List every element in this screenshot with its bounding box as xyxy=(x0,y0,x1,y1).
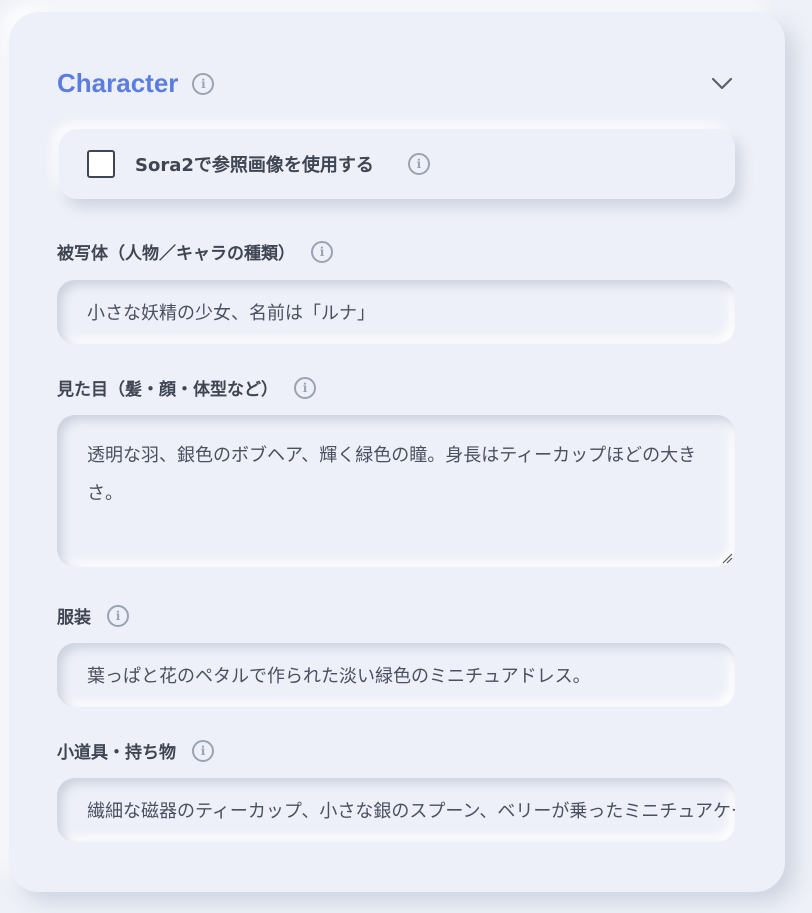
section-title: Character xyxy=(57,68,179,98)
props-input[interactable]: 繊細な磁器のティーカップ、小さな銀のスプーン、ベリーが乗ったミニチュアケーキ xyxy=(57,778,735,842)
reference-image-checkbox[interactable] xyxy=(87,150,115,178)
section-header: Character i xyxy=(57,68,215,99)
info-icon[interactable]: i xyxy=(107,604,129,627)
reference-image-label: Sora2で参照画像を使用する xyxy=(135,155,374,176)
chevron-down-icon[interactable] xyxy=(711,72,733,94)
outfit-input[interactable]: 葉っぱと花のペタルで作られた淡い緑色のミニチュアドレス。 xyxy=(57,643,735,707)
outfit-label: 服装 i xyxy=(57,603,129,628)
appearance-textarea[interactable]: 透明な羽、銀色のボブヘア、輝く緑色の瞳。身長はティーカップほどの大きさ。 xyxy=(57,415,735,567)
subject-input[interactable]: 小さな妖精の少女、名前は「ルナ」 xyxy=(57,280,735,344)
info-icon[interactable]: i xyxy=(192,739,214,762)
info-icon[interactable]: i xyxy=(294,376,316,399)
resize-grip-icon[interactable] xyxy=(721,552,733,564)
props-label-text: 小道具・持ち物 xyxy=(57,743,176,763)
appearance-label-text: 見た目（髪・顔・体型など） xyxy=(57,380,278,400)
info-icon[interactable]: i xyxy=(311,240,333,263)
appearance-label: 見た目（髪・顔・体型など） i xyxy=(57,375,316,400)
subject-label-text: 被写体（人物／キャラの種類） xyxy=(57,244,295,264)
subject-label: 被写体（人物／キャラの種類） i xyxy=(57,239,333,264)
reference-image-option: Sora2で参照画像を使用する i xyxy=(59,129,735,199)
info-icon[interactable]: i xyxy=(192,72,215,95)
outfit-label-text: 服装 xyxy=(57,608,91,628)
info-icon[interactable]: i xyxy=(407,153,430,175)
props-label: 小道具・持ち物 i xyxy=(57,738,214,763)
character-panel: Character i Sora2で参照画像を使用する i 被写体（人物／キャラ… xyxy=(9,12,785,892)
